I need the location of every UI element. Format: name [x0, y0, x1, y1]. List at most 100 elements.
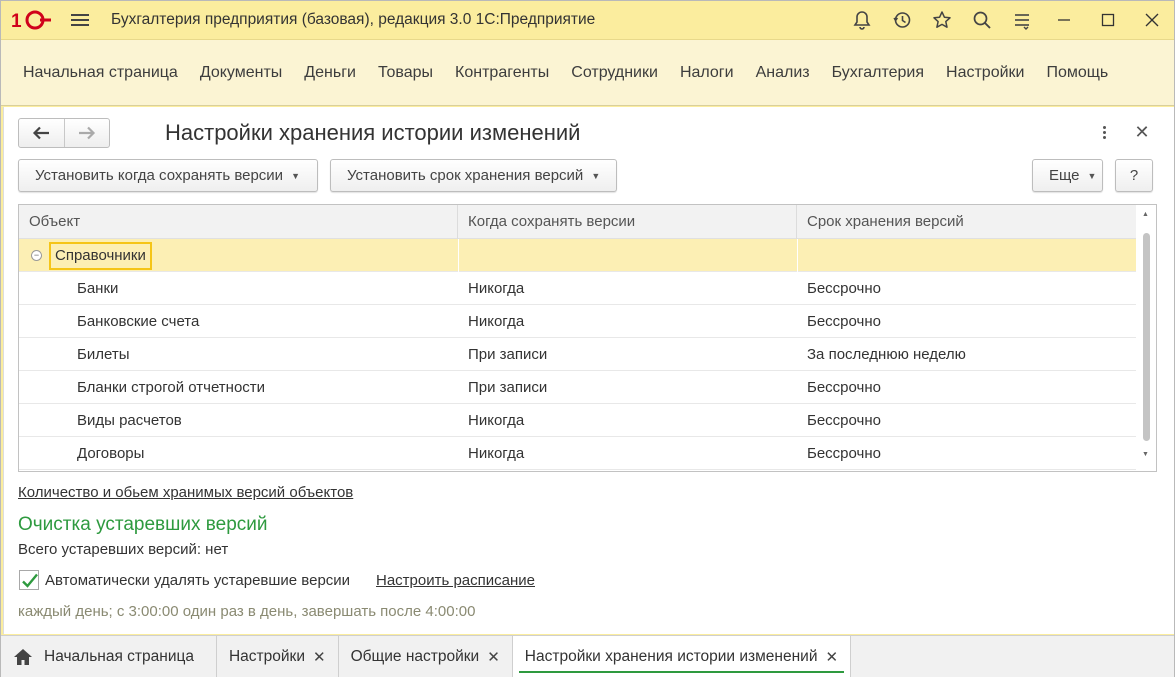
app-title: Бухгалтерия предприятия (базовая), редак…: [111, 11, 596, 28]
column-header-when[interactable]: Когда сохранять версии: [458, 205, 797, 239]
auto-delete-checkbox[interactable]: [19, 570, 39, 590]
cleanup-section-title: Очистка устаревших версий: [18, 514, 268, 535]
cell-when: Никогда: [468, 280, 525, 297]
close-tab-icon[interactable]: ✕: [826, 648, 839, 666]
history-settings-table: Объект Когда сохранять версии Срок хране…: [18, 204, 1157, 472]
table-scrollbar[interactable]: ▲ ▼: [1138, 205, 1156, 471]
menu-item-help[interactable]: Помощь: [1035, 64, 1119, 82]
more-button[interactable]: Еще ▼: [1032, 159, 1103, 192]
table-row[interactable]: Банки Никогда Бессрочно: [19, 272, 1136, 305]
dropdown-caret-icon: ▼: [1087, 170, 1097, 181]
configure-schedule-link[interactable]: Настроить расписание: [376, 572, 535, 589]
menu-item-money[interactable]: Деньги: [293, 64, 367, 82]
menu-item-employees[interactable]: Сотрудники: [560, 64, 669, 82]
table-row[interactable]: Билеты При записи За последнюю неделю: [19, 338, 1136, 371]
tab-history-settings[interactable]: Настройки хранения истории изменений ✕: [512, 636, 852, 677]
cell-when: При записи: [468, 379, 548, 396]
back-arrow-icon[interactable]: [19, 119, 64, 147]
set-when-save-button[interactable]: Установить когда сохранять версии ▼: [18, 159, 318, 192]
form-area: Настройки хранения истории изменений ✕ У…: [3, 107, 1174, 634]
history-icon[interactable]: [882, 1, 922, 39]
tab-label: Общие настройки: [350, 647, 480, 665]
cell-object: Договоры: [77, 445, 145, 462]
open-windows-bar: Начальная страница Настройки ✕ Общие нас…: [1, 635, 1174, 677]
scroll-thumb[interactable]: [1143, 233, 1150, 441]
menu-item-documents[interactable]: Документы: [189, 64, 293, 82]
more-actions-icon[interactable]: [1094, 121, 1114, 143]
menu-item-goods[interactable]: Товары: [367, 64, 444, 82]
settings-icon[interactable]: [1002, 1, 1042, 39]
tab-home[interactable]: Начальная страница: [1, 636, 217, 677]
tab-label: Настройки: [228, 647, 305, 665]
column-header-period[interactable]: Срок хранения версий: [797, 205, 1136, 239]
close-tab-icon[interactable]: ✕: [487, 648, 500, 666]
search-icon[interactable]: [962, 1, 1002, 39]
close-tab-icon[interactable]: ✕: [313, 648, 326, 666]
set-retention-button[interactable]: Установить срок хранения версий ▼: [330, 159, 617, 192]
minimize-icon[interactable]: [1042, 1, 1086, 39]
dropdown-caret-icon: ▼: [591, 170, 601, 181]
tab-general-settings[interactable]: Общие настройки ✕: [339, 636, 513, 677]
app-window: 1 Бухгалтерия предприятия (базовая), ред…: [0, 0, 1175, 677]
star-icon[interactable]: [922, 1, 962, 39]
table-header: Объект Когда сохранять версии Срок хране…: [19, 205, 1136, 239]
cell-object: Виды расчетов: [77, 412, 182, 429]
main-menu-icon[interactable]: [69, 11, 91, 29]
cell-when: Никогда: [468, 412, 525, 429]
sections-panel: Начальная страница Документы Деньги Това…: [1, 39, 1174, 106]
column-header-object[interactable]: Объект: [19, 205, 458, 239]
title-bar: 1 Бухгалтерия предприятия (базовая), ред…: [1, 1, 1174, 39]
menu-item-taxes[interactable]: Налоги: [669, 64, 745, 82]
cell-object: Банки: [77, 280, 119, 297]
schedule-description: каждый день; с 3:00:00 один раз в день, …: [18, 603, 476, 620]
table-row[interactable]: Банковские счета Никогда Бессрочно: [19, 305, 1136, 338]
home-icon: [14, 648, 32, 665]
obsolete-versions-total: Всего устаревших версий: нет: [18, 541, 229, 558]
table-row[interactable]: Виды расчетов Никогда Бессрочно: [19, 404, 1136, 437]
maximize-icon[interactable]: [1086, 1, 1130, 39]
cell-when: При записи: [468, 346, 548, 363]
set-when-save-label: Установить когда сохранять версии: [35, 167, 284, 184]
versions-count-link[interactable]: Количество и обьем хранимых версий объек…: [18, 484, 353, 501]
more-button-label: Еще: [1049, 167, 1080, 184]
cell-period: Бессрочно: [807, 280, 881, 297]
scroll-down-icon[interactable]: ▼: [1142, 451, 1149, 458]
group-row[interactable]: − Справочники: [19, 239, 1136, 272]
table-row[interactable]: Бланки строгой отчетности При записи Бес…: [19, 371, 1136, 404]
help-button[interactable]: ?: [1115, 159, 1153, 192]
column-divider: [797, 239, 798, 272]
checkmark-icon: [22, 573, 38, 588]
menu-item-analysis[interactable]: Анализ: [745, 64, 821, 82]
cell-object: Бланки строгой отчетности: [77, 379, 266, 396]
1c-logo-icon: 1: [11, 10, 51, 31]
column-divider: [458, 239, 459, 272]
scroll-up-icon[interactable]: ▲: [1142, 211, 1149, 218]
table-row[interactable]: Договоры Никогда Бессрочно: [19, 437, 1136, 470]
dropdown-caret-icon: ▼: [291, 170, 300, 181]
cell-period: За последнюю неделю: [807, 346, 966, 363]
cell-period: Бессрочно: [807, 313, 881, 330]
tab-label: Настройки хранения истории изменений: [524, 647, 818, 665]
menu-item-counterparties[interactable]: Контрагенты: [444, 64, 560, 82]
cell-period: Бессрочно: [807, 412, 881, 429]
set-retention-label: Установить срок хранения версий: [347, 167, 584, 184]
cell-object: Билеты: [77, 346, 130, 363]
svg-text:1: 1: [11, 11, 22, 31]
cell-period: Бессрочно: [807, 379, 881, 396]
collapse-icon[interactable]: −: [31, 250, 42, 261]
cell-when: Никогда: [468, 445, 525, 462]
tab-label: Начальная страница: [44, 647, 194, 665]
auto-delete-label[interactable]: Автоматически удалять устаревшие версии: [45, 572, 350, 589]
cell-when: Никогда: [468, 313, 525, 330]
tab-settings[interactable]: Настройки ✕: [217, 636, 339, 677]
group-label: Справочники: [49, 242, 152, 270]
bell-icon[interactable]: [842, 1, 882, 39]
menu-item-accounting[interactable]: Бухгалтерия: [821, 64, 935, 82]
menu-item-home[interactable]: Начальная страница: [12, 64, 189, 82]
cell-object: Банковские счета: [77, 313, 200, 330]
close-icon[interactable]: [1130, 1, 1174, 39]
page-title: Настройки хранения истории изменений: [165, 120, 581, 145]
forward-arrow-icon[interactable]: [63, 119, 110, 147]
close-form-icon[interactable]: ✕: [1132, 121, 1152, 143]
menu-item-settings[interactable]: Настройки: [935, 64, 1035, 82]
